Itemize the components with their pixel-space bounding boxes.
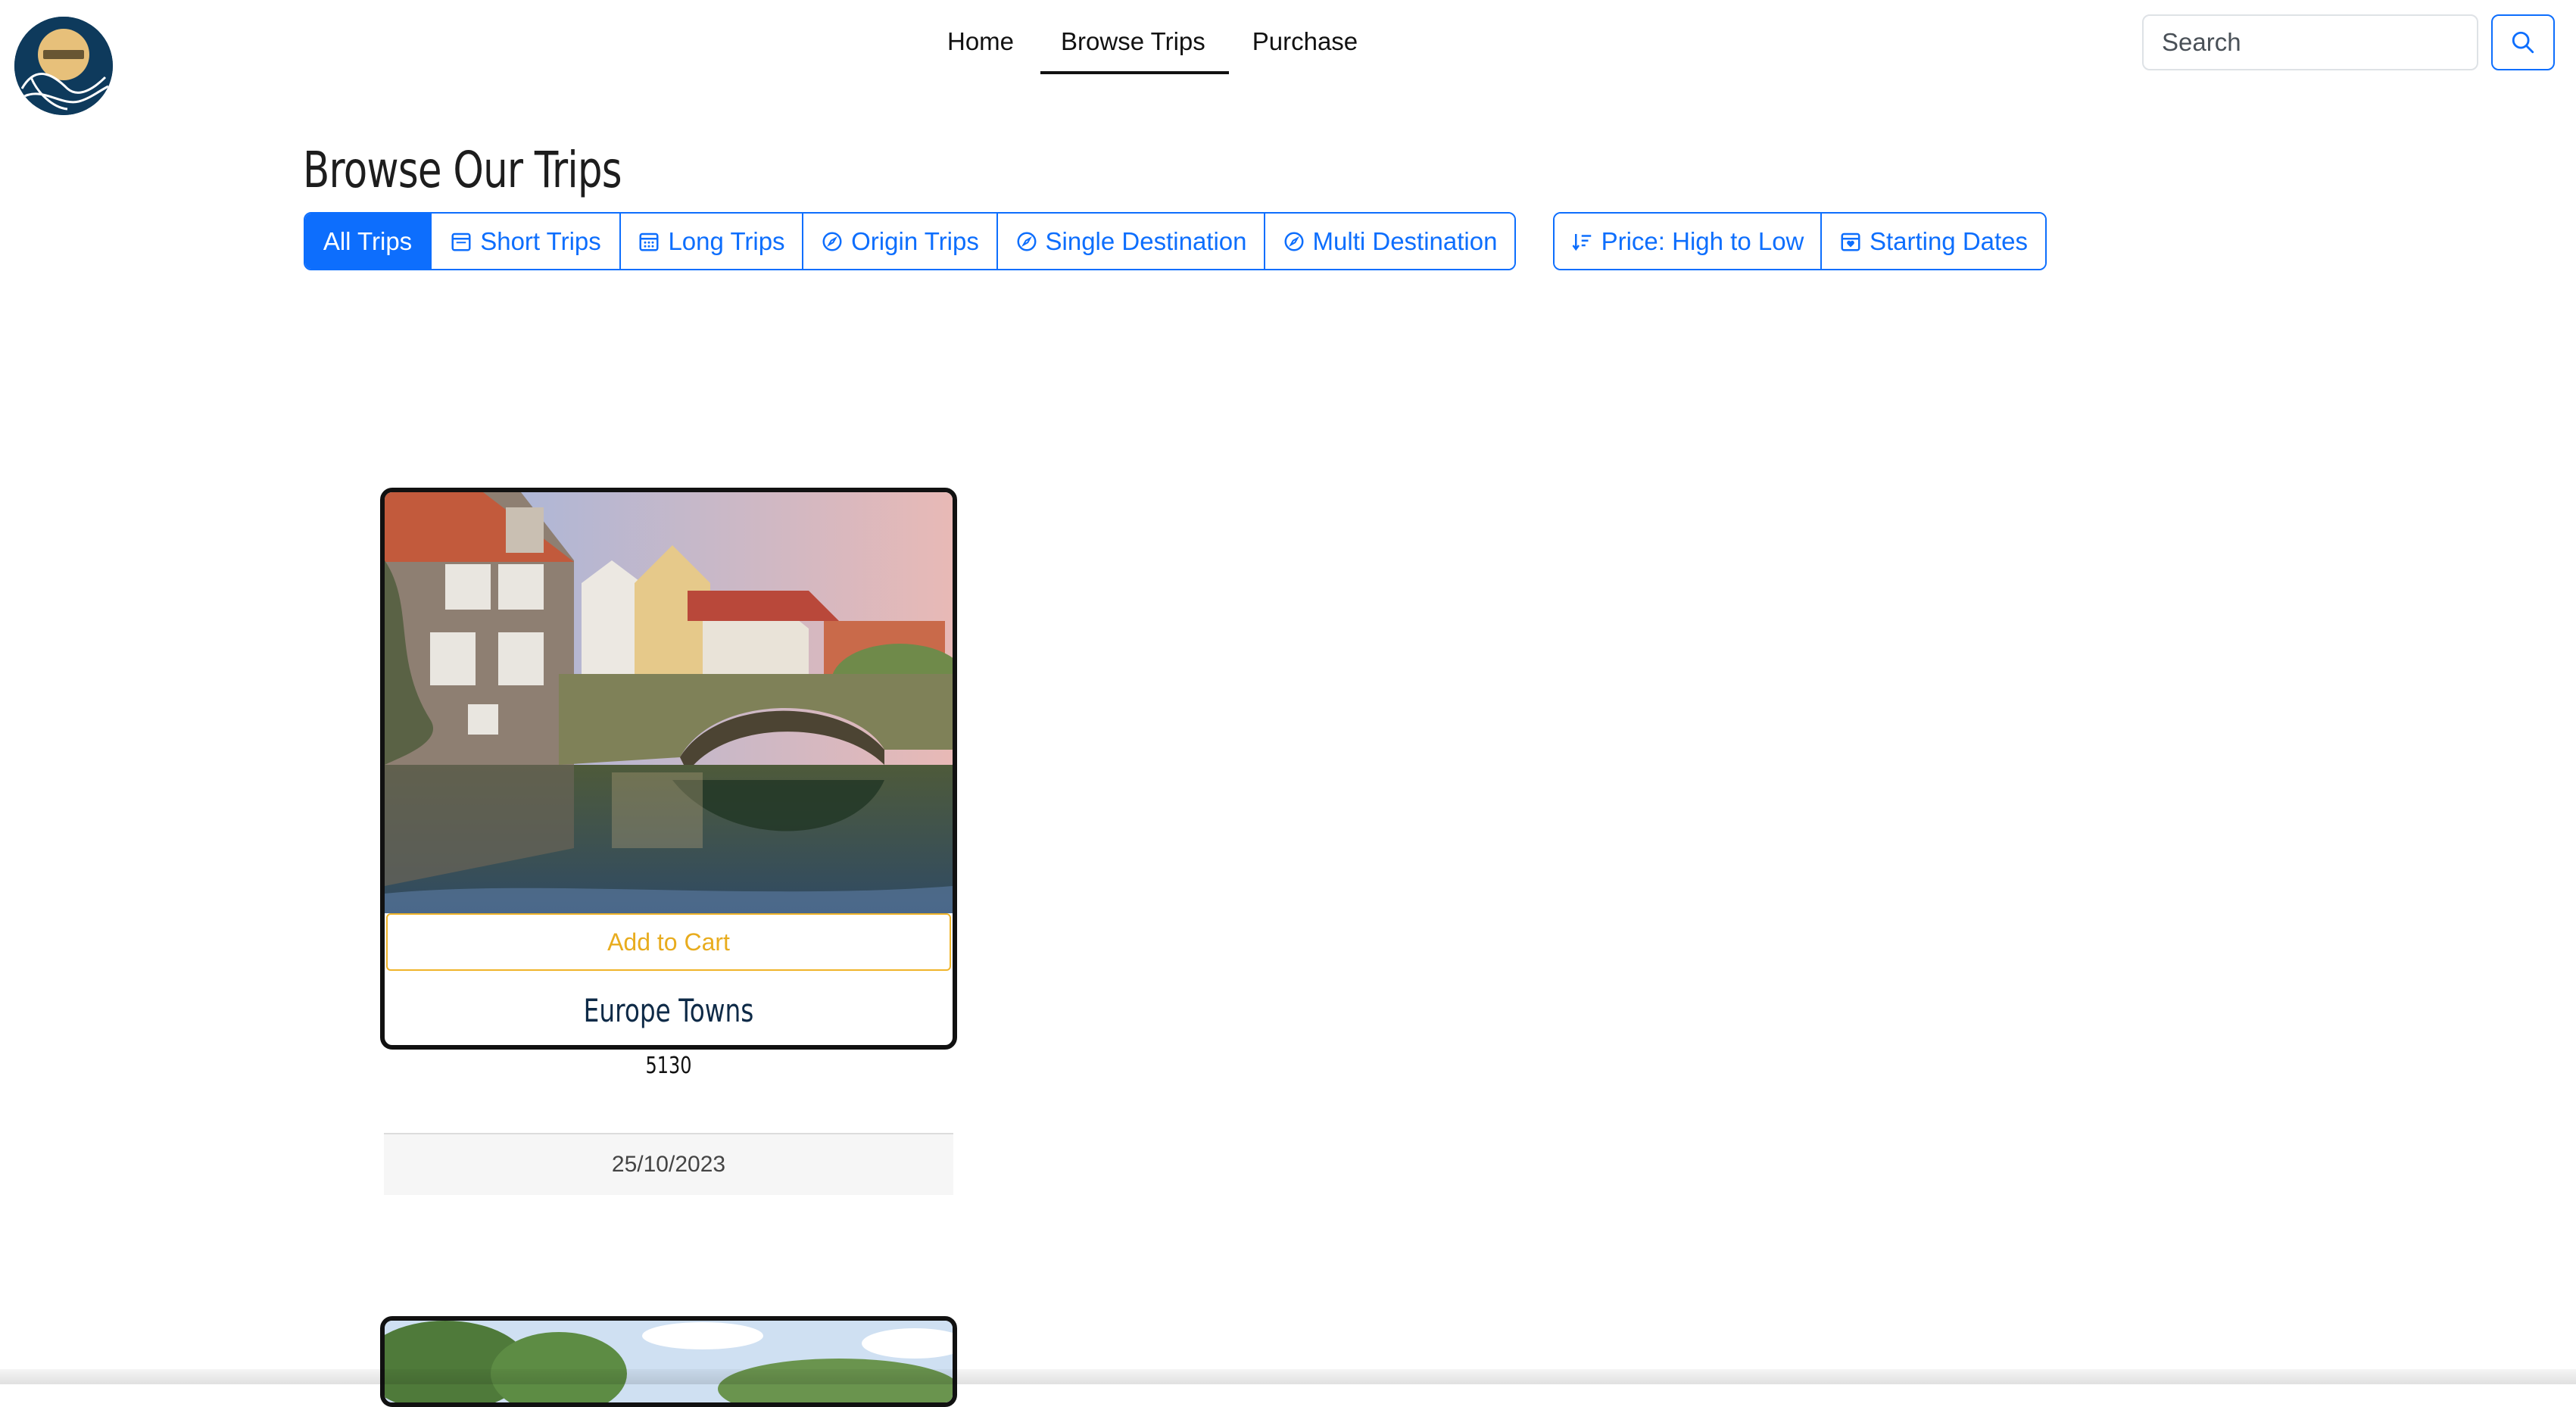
compass-icon bbox=[822, 232, 842, 251]
trip-image[interactable] bbox=[385, 1321, 953, 1407]
bottom-scroll-shadow bbox=[0, 1369, 2576, 1384]
filter-all-trips[interactable]: All Trips bbox=[305, 214, 432, 269]
page-title: Browse Our Trips bbox=[303, 141, 622, 199]
calendar-heart-icon bbox=[1841, 232, 1860, 251]
compass-icon bbox=[1017, 232, 1036, 251]
search-input[interactable] bbox=[2142, 14, 2478, 70]
filter-short-trips[interactable]: Short Trips bbox=[432, 214, 621, 269]
trip-price: 5130 bbox=[645, 1053, 692, 1079]
trip-date: 25/10/2023 bbox=[384, 1133, 953, 1195]
nav-purchase[interactable]: Purchase bbox=[1229, 26, 1381, 74]
filter-label: Single Destination bbox=[1045, 226, 1247, 255]
main-nav: Home Browse Trips Purchase bbox=[924, 26, 1381, 76]
sort-label: Price: High to Low bbox=[1601, 226, 1804, 255]
search-button[interactable] bbox=[2491, 14, 2555, 70]
filter-long-trips[interactable]: Long Trips bbox=[621, 214, 803, 269]
filter-label: Origin Trips bbox=[851, 226, 979, 255]
add-to-cart-button[interactable]: Add to Cart bbox=[386, 913, 951, 971]
trip-card bbox=[380, 1316, 957, 1407]
trip-sort-group: Price: High to Low Starting Dates bbox=[1553, 212, 2047, 270]
trip-title: Europe Towns bbox=[583, 992, 754, 1029]
trip-filter-group: All Trips Short Trips Long Trips Origin … bbox=[304, 212, 1516, 270]
sort-price-high-low[interactable]: Price: High to Low bbox=[1555, 214, 1822, 269]
filter-origin-trips[interactable]: Origin Trips bbox=[803, 214, 998, 269]
sort-label: Starting Dates bbox=[1869, 226, 2029, 255]
trip-card: Add to Cart Europe Towns bbox=[380, 488, 957, 1050]
filter-label: Multi Destination bbox=[1312, 226, 1498, 255]
brand-logo[interactable] bbox=[14, 17, 113, 115]
calendar-grid-icon bbox=[639, 232, 659, 251]
hand-logo-icon bbox=[14, 17, 113, 115]
filter-multi-destination[interactable]: Multi Destination bbox=[1265, 214, 1514, 269]
sort-starting-dates[interactable]: Starting Dates bbox=[1822, 214, 2045, 269]
filter-label: Long Trips bbox=[668, 226, 785, 255]
sort-descending-icon bbox=[1572, 233, 1591, 251]
calendar-icon bbox=[451, 232, 471, 251]
trip-image[interactable] bbox=[385, 492, 953, 913]
compass-icon bbox=[1284, 232, 1304, 251]
nav-browse-trips[interactable]: Browse Trips bbox=[1037, 26, 1229, 74]
filter-label: Short Trips bbox=[480, 226, 601, 255]
filter-single-destination[interactable]: Single Destination bbox=[998, 214, 1265, 269]
nav-home[interactable]: Home bbox=[924, 26, 1037, 74]
trip-date-text: 25/10/2023 bbox=[611, 1152, 726, 1177]
filter-label: All Trips bbox=[323, 226, 413, 255]
search-icon bbox=[2512, 31, 2534, 54]
